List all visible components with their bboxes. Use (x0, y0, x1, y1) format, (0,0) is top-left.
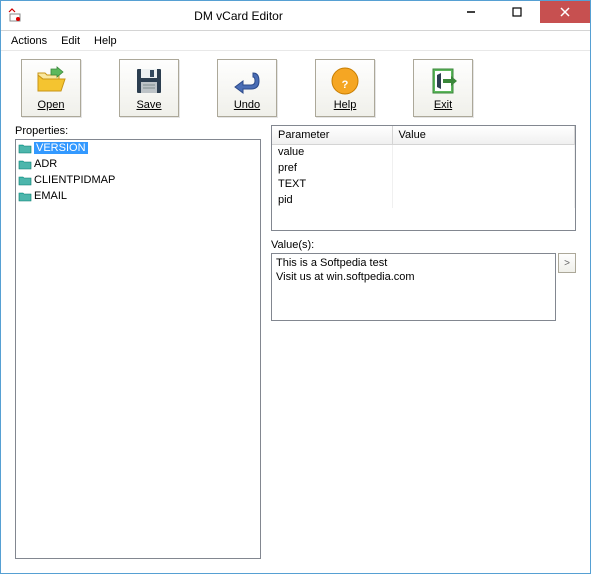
list-item-label: EMAIL (34, 190, 67, 202)
save-button[interactable]: Save (119, 59, 179, 117)
folder-icon (18, 158, 32, 170)
close-icon (560, 7, 570, 17)
folder-icon (18, 174, 32, 186)
content-area: Properties: VERSIONADRCLIENTPIDMAPEMAIL … (1, 125, 590, 573)
undo-label: Undo (234, 99, 260, 111)
cell-parameter: value (272, 144, 392, 160)
open-button[interactable]: Open (21, 59, 81, 117)
details-panel: Parameter Value valueprefTEXTpid Value(s… (271, 125, 576, 559)
close-button[interactable] (540, 1, 590, 23)
cell-value (392, 192, 575, 208)
undo-button[interactable]: Undo (217, 59, 277, 117)
maximize-button[interactable] (494, 1, 540, 23)
column-value[interactable]: Value (392, 126, 575, 144)
values-expand-button[interactable]: > (558, 253, 576, 273)
titlebar: DM vCard Editor (1, 1, 590, 31)
svg-text:?: ? (342, 79, 349, 91)
values-textarea[interactable] (271, 253, 556, 321)
cell-parameter: pref (272, 160, 392, 176)
menu-edit[interactable]: Edit (55, 33, 86, 49)
table-row[interactable]: value (272, 144, 575, 160)
help-label: Help (334, 99, 357, 111)
table-row[interactable]: pid (272, 192, 575, 208)
help-button[interactable]: ? Help (315, 59, 375, 117)
question-mark-icon: ? (329, 65, 361, 97)
folder-open-icon (35, 65, 67, 97)
app-window: DM vCard Editor Actions Edit Help (0, 0, 591, 574)
exit-door-icon (427, 65, 459, 97)
cell-value (392, 144, 575, 160)
list-item-label: VERSION (34, 142, 88, 154)
list-item[interactable]: EMAIL (16, 188, 260, 204)
list-item[interactable]: ADR (16, 156, 260, 172)
window-title: DM vCard Editor (29, 9, 448, 23)
exit-label: Exit (434, 99, 452, 111)
cell-parameter: pid (272, 192, 392, 208)
table-row[interactable]: TEXT (272, 176, 575, 192)
menubar: Actions Edit Help (1, 31, 590, 51)
exit-button[interactable]: Exit (413, 59, 473, 117)
folder-icon (18, 142, 32, 154)
minimize-icon (466, 7, 476, 17)
properties-listbox[interactable]: VERSION ADR CLIENTPIDMAP EMAIL (15, 139, 261, 559)
list-item-label: CLIENTPIDMAP (34, 174, 115, 186)
open-label: Open (38, 99, 65, 111)
cell-value (392, 176, 575, 192)
list-item[interactable]: CLIENTPIDMAP (16, 172, 260, 188)
column-parameter[interactable]: Parameter (272, 126, 392, 144)
menu-actions[interactable]: Actions (5, 33, 53, 49)
list-item-label: ADR (34, 158, 57, 170)
maximize-icon (512, 7, 522, 17)
table-row[interactable]: pref (272, 160, 575, 176)
folder-icon (18, 190, 32, 202)
cell-value (392, 160, 575, 176)
properties-panel: Properties: VERSION ADR CLIENTPIDMAP EMAIL (15, 125, 261, 559)
properties-label: Properties: (15, 125, 261, 137)
undo-arrow-icon (231, 65, 263, 97)
cell-parameter: TEXT (272, 176, 392, 192)
list-item[interactable]: VERSION (16, 140, 260, 156)
minimize-button[interactable] (448, 1, 494, 23)
parameters-table-wrap: Parameter Value valueprefTEXTpid (271, 125, 576, 231)
toolbar: Open Save Undo (1, 51, 590, 125)
parameters-table[interactable]: Parameter Value valueprefTEXTpid (272, 126, 575, 208)
menu-help[interactable]: Help (88, 33, 123, 49)
save-label: Save (136, 99, 161, 111)
app-icon (7, 8, 23, 24)
floppy-disk-icon (133, 65, 165, 97)
window-controls (448, 1, 590, 30)
values-section: Value(s): > (271, 239, 576, 321)
values-label: Value(s): (271, 239, 576, 251)
